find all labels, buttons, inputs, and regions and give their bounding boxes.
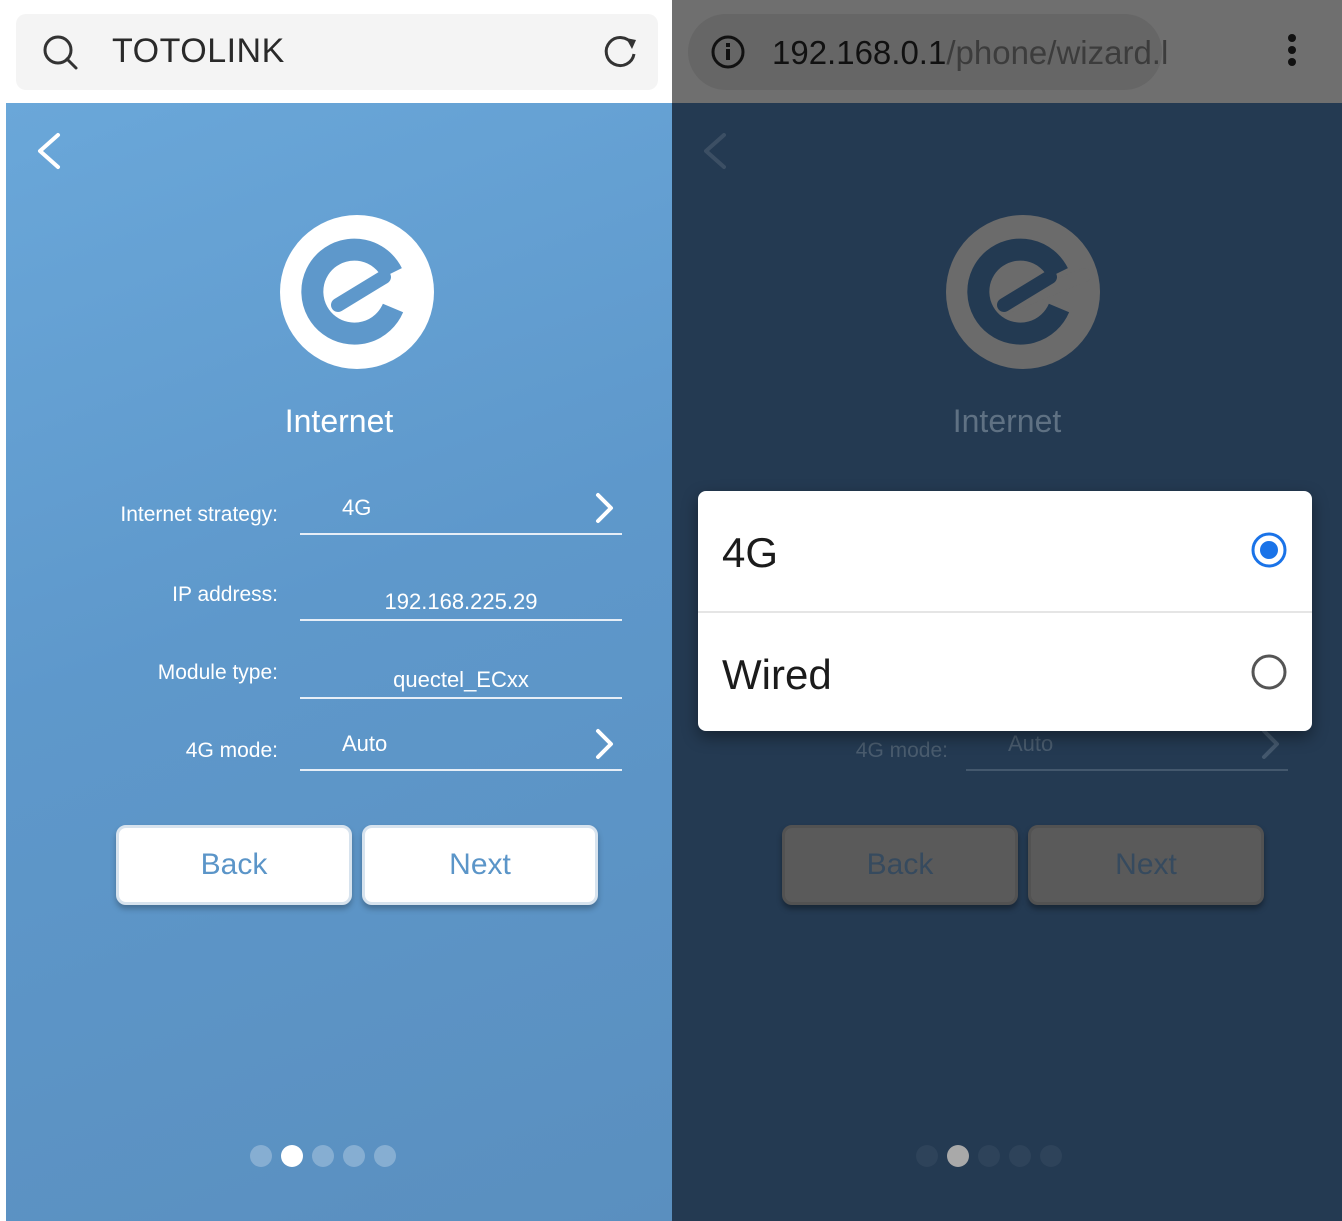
page-title: Internet xyxy=(952,403,1062,439)
option-wired[interactable]: Wired xyxy=(698,611,1312,731)
4g-mode-select: Auto xyxy=(966,729,1288,771)
internet-strategy-select[interactable]: 4G xyxy=(300,493,622,535)
option-label: Wired xyxy=(722,651,832,698)
ip-address-field: 192.168.225.29 xyxy=(300,575,622,621)
next-button: Next xyxy=(1028,825,1264,905)
module-type-label: Module type: xyxy=(157,661,278,684)
url-host: 192.168.0.1 xyxy=(772,34,947,71)
4g-mode-select[interactable]: Auto xyxy=(300,729,622,771)
back-button: Back xyxy=(782,825,1018,905)
internet-strategy-dialog: 4G Wired xyxy=(698,491,1312,731)
back-button[interactable]: Back xyxy=(116,825,352,905)
4g-mode-label: 4G mode: xyxy=(855,739,948,762)
page-dot xyxy=(1040,1145,1062,1167)
page-dot xyxy=(916,1145,938,1167)
browser-search-bar: TOTOLINK xyxy=(6,0,672,103)
4g-mode-value: Auto xyxy=(342,731,388,756)
browser-address-bar: 192.168.0.1/phone/wizard.l xyxy=(672,0,1342,103)
reload-icon[interactable] xyxy=(600,32,640,72)
next-button[interactable]: Next xyxy=(362,825,598,905)
option-4g[interactable]: 4G xyxy=(698,491,1312,611)
url-path: /phone/wizard.l xyxy=(946,34,1169,71)
row-module-type: Module type: quectel_ECxx xyxy=(6,661,672,721)
page-title: Internet xyxy=(284,403,394,439)
chevron-left-icon xyxy=(704,133,726,169)
page-indicator xyxy=(250,1145,396,1169)
chevron-right-icon xyxy=(596,729,613,759)
chevron-left-icon[interactable] xyxy=(32,131,66,171)
page-dot xyxy=(374,1145,396,1167)
chevron-right-icon xyxy=(1262,729,1279,759)
ip-address-value: 192.168.225.29 xyxy=(384,589,538,614)
search-query-text: TOTOLINK xyxy=(112,32,285,70)
page-dot xyxy=(1009,1145,1031,1167)
left-screenshot: TOTOLINK Internet Internet strategy: 4G xyxy=(6,0,672,1221)
row-internet-strategy: Internet strategy: 4G xyxy=(6,493,672,563)
module-type-value: quectel_ECxx xyxy=(393,667,529,692)
radio-unselected-icon[interactable] xyxy=(1250,653,1288,691)
page-dot-active xyxy=(281,1145,303,1167)
info-icon[interactable] xyxy=(710,34,746,70)
wizard-screen-dimmed: Internet 4G mode: Auto Back Next 4G Wire… xyxy=(672,103,1342,1221)
search-pill[interactable]: TOTOLINK xyxy=(16,14,658,90)
totolink-e-logo xyxy=(280,215,434,369)
page-dot-active xyxy=(947,1145,969,1167)
radio-selected-icon[interactable] xyxy=(1250,531,1288,569)
right-screenshot: 192.168.0.1/phone/wizard.l Internet 4G m… xyxy=(672,0,1342,1221)
row-4g-mode: 4G mode: Auto xyxy=(6,729,672,799)
option-label: 4G xyxy=(722,529,779,576)
page-dot xyxy=(250,1145,272,1167)
page-dot xyxy=(343,1145,365,1167)
row-4g-mode: 4G mode: Auto xyxy=(672,729,1342,799)
row-ip-address: IP address: 192.168.225.29 xyxy=(6,583,672,643)
module-type-field: quectel_ECxx xyxy=(300,653,622,699)
page-dot xyxy=(312,1145,334,1167)
wizard-screen: Internet Internet strategy: 4G IP addres… xyxy=(6,103,672,1221)
4g-mode-label: 4G mode: xyxy=(185,739,278,762)
internet-strategy-value: 4G xyxy=(342,495,372,520)
ip-address-label: IP address: xyxy=(172,583,278,606)
url-text[interactable]: 192.168.0.1/phone/wizard.l xyxy=(772,34,1168,72)
more-vert-icon[interactable] xyxy=(1288,34,1298,68)
url-pill[interactable]: 192.168.0.1/phone/wizard.l xyxy=(688,14,1168,90)
totolink-e-logo xyxy=(946,215,1100,369)
4g-mode-value: Auto xyxy=(1008,731,1054,756)
internet-strategy-label: Internet strategy: xyxy=(120,503,278,526)
search-icon[interactable] xyxy=(40,32,80,72)
page-indicator xyxy=(916,1145,1062,1169)
page-dot xyxy=(978,1145,1000,1167)
chevron-right-icon xyxy=(596,493,613,523)
